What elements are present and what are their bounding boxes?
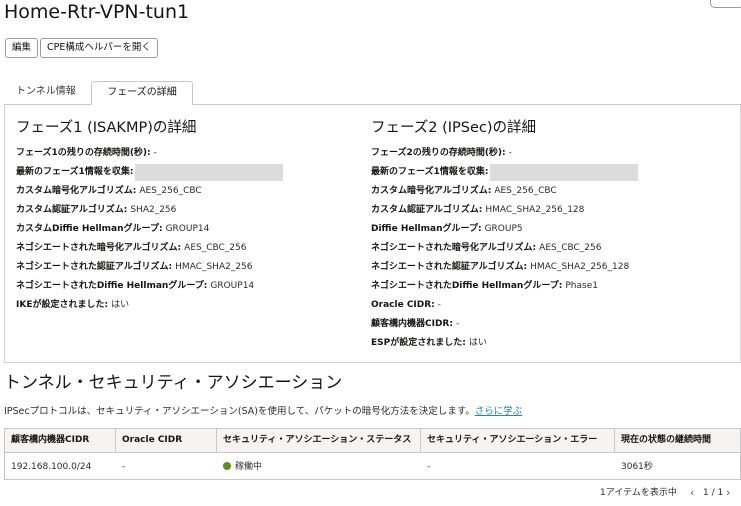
- tab-tunnel-info[interactable]: トンネル情報: [6, 81, 86, 105]
- detail-row: Diffie Hellmanグループ: GROUP5: [371, 220, 721, 239]
- tab-bar: トンネル情報 フェーズの詳細: [4, 81, 741, 105]
- more-actions-button[interactable]: ···: [710, 0, 741, 8]
- column-header-duration[interactable]: 現在の状態の継続時間: [615, 429, 741, 453]
- column-header-cpe-cidr[interactable]: 顧客構内機器CIDR: [5, 429, 116, 453]
- detail-row: フェーズ2の残りの存続時間(秒): -: [371, 144, 721, 163]
- phase1-title: フェーズ1 (ISAKMP)の詳細: [16, 120, 197, 136]
- detail-label: ネゴシエートされた暗号化アルゴリズム:: [371, 243, 537, 253]
- detail-value: GROUP14: [210, 281, 255, 291]
- detail-value: GROUP14: [165, 224, 210, 234]
- detail-row: Oracle CIDR: -: [371, 296, 721, 315]
- status-dot-icon: [223, 462, 231, 470]
- redacted-value: [490, 164, 639, 181]
- detail-label: IKEが設定されました:: [16, 300, 109, 310]
- phase2-title: フェーズ2 (IPSec)の詳細: [371, 120, 537, 136]
- column-header-sa-error[interactable]: セキュリティ・アソシエーション・エラー: [421, 429, 615, 453]
- chevron-left-icon[interactable]: ‹: [690, 486, 694, 500]
- table-header: 顧客構内機器CIDR Oracle CIDR セキュリティ・アソシエーション・ス…: [5, 429, 740, 453]
- detail-label: ネゴシエートされた暗号化アルゴリズム:: [16, 243, 182, 253]
- detail-value: -: [508, 148, 512, 158]
- detail-label: カスタム暗号化アルゴリズム:: [16, 186, 137, 196]
- page-title: Home-Rtr-VPN-tun1: [4, 1, 190, 23]
- detail-row: IKEが設定されました: はい: [16, 296, 366, 315]
- detail-row: ネゴシエートされた暗号化アルゴリズム: AES_CBC_256: [371, 239, 721, 258]
- detail-value: SHA2_256: [130, 205, 177, 215]
- detail-label: Oracle CIDR:: [371, 300, 435, 310]
- tab-phase-details[interactable]: フェーズの詳細: [91, 81, 193, 105]
- detail-row: 最新のフェーズ1情報を収集:: [371, 163, 721, 182]
- detail-row: カスタム暗号化アルゴリズム: AES_256_CBC: [371, 182, 721, 201]
- detail-label: カスタムDiffie Hellmanグループ:: [16, 224, 163, 234]
- edit-button[interactable]: 編集: [5, 38, 39, 58]
- cell-cpe-cidr: 192.168.100.0/24: [11, 462, 92, 472]
- phase-details-panel: フェーズ1 (ISAKMP)の詳細 フェーズ1の残りの存続時間(秒): - 最新の…: [4, 105, 741, 363]
- detail-label: 顧客構内機器CIDR:: [371, 319, 453, 329]
- detail-value: はい: [111, 300, 130, 310]
- detail-value: AES_CBC_256: [184, 243, 247, 253]
- detail-value: GROUP5: [484, 224, 523, 234]
- detail-value: -: [437, 300, 442, 310]
- cell-duration: 3061秒: [621, 462, 653, 472]
- cell-oracle-cidr: -: [122, 462, 126, 472]
- detail-label: Diffie Hellmanグループ:: [371, 224, 482, 234]
- detail-label: フェーズ2の残りの存続時間(秒):: [371, 148, 506, 158]
- detail-value: AES_CBC_256: [539, 243, 602, 253]
- pagination-info: 1アイテムを表示中: [600, 488, 677, 498]
- detail-label: 最新のフェーズ1情報を収集:: [371, 167, 489, 177]
- phase1-details: フェーズ1 (ISAKMP)の詳細 フェーズ1の残りの存続時間(秒): - 最新の…: [16, 117, 366, 315]
- detail-label: カスタム暗号化アルゴリズム:: [371, 186, 492, 196]
- sa-section-title: トンネル・セキュリティ・アソシエーション: [4, 373, 343, 393]
- detail-value: HMAC_SHA2_256: [175, 262, 253, 272]
- detail-label: ネゴシエートされたDiffie Hellmanグループ:: [371, 281, 563, 291]
- detail-row: カスタム暗号化アルゴリズム: AES_256_CBC: [16, 182, 366, 201]
- detail-row: 顧客構内機器CIDR: -: [371, 315, 721, 334]
- sa-description-text: IPSecプロトコルは、セキュリティ・アソシエーション(SA)を使用して、パケッ…: [4, 406, 475, 417]
- detail-label: カスタム認証アルゴリズム:: [16, 205, 128, 215]
- detail-label: ネゴシエートされた認証アルゴリズム:: [16, 262, 173, 272]
- column-header-oracle-cidr[interactable]: Oracle CIDR: [116, 429, 217, 453]
- status-text: 稼働中: [235, 462, 263, 472]
- cell-sa-error: -: [427, 462, 431, 472]
- detail-row: カスタムDiffie Hellmanグループ: GROUP14: [16, 220, 366, 239]
- detail-row: カスタム認証アルゴリズム: SHA2_256: [16, 201, 366, 220]
- detail-value: Phase1: [565, 281, 598, 291]
- detail-label: フェーズ1の残りの存続時間(秒):: [16, 148, 151, 158]
- detail-label: ネゴシエートされたDiffie Hellmanグループ:: [16, 281, 208, 291]
- cell-sa-status: 稼働中: [217, 454, 421, 481]
- detail-label: カスタム認証アルゴリズム:: [371, 205, 483, 215]
- detail-row: ネゴシエートされたDiffie Hellmanグループ: GROUP14: [16, 277, 366, 296]
- detail-value: HMAC_SHA2_256_128: [530, 262, 630, 272]
- detail-value: -: [153, 148, 157, 158]
- chevron-right-icon[interactable]: ›: [726, 486, 730, 500]
- open-cpe-helper-button[interactable]: CPE構成ヘルパーを開く: [40, 38, 158, 58]
- detail-row: ネゴシエートされた認証アルゴリズム: HMAC_SHA2_256: [16, 258, 366, 277]
- sa-section-description: IPSecプロトコルは、セキュリティ・アソシエーション(SA)を使用して、パケッ…: [4, 405, 522, 419]
- pagination-page: 1 / 1: [703, 488, 724, 498]
- detail-row: ネゴシエートされた認証アルゴリズム: HMAC_SHA2_256_128: [371, 258, 721, 277]
- detail-row: ネゴシエートされた暗号化アルゴリズム: AES_CBC_256: [16, 239, 366, 258]
- learn-more-link[interactable]: さらに学ぶ: [475, 406, 523, 417]
- detail-label: ネゴシエートされた認証アルゴリズム:: [371, 262, 528, 272]
- detail-value: AES_256_CBC: [494, 186, 557, 196]
- detail-value: -: [455, 319, 460, 329]
- detail-value: HMAC_SHA2_256_128: [485, 205, 585, 215]
- detail-value: AES_256_CBC: [139, 186, 202, 196]
- detail-value: はい: [468, 338, 487, 348]
- detail-row: 最新のフェーズ1情報を収集:: [16, 163, 366, 182]
- phase2-details: フェーズ2 (IPSec)の詳細 フェーズ2の残りの存続時間(秒): - 最新のフ…: [371, 117, 721, 353]
- detail-row: ネゴシエートされたDiffie Hellmanグループ: Phase1: [371, 277, 721, 296]
- redacted-value: [135, 164, 284, 181]
- detail-label: ESPが設定されました:: [371, 338, 466, 348]
- detail-label: 最新のフェーズ1情報を収集:: [16, 167, 134, 177]
- detail-row: フェーズ1の残りの存続時間(秒): -: [16, 144, 366, 163]
- detail-row: ESPが設定されました: はい: [371, 334, 721, 353]
- detail-row: カスタム認証アルゴリズム: HMAC_SHA2_256_128: [371, 201, 721, 220]
- column-header-sa-status[interactable]: セキュリティ・アソシエーション・ステータス: [217, 429, 421, 453]
- sa-table: 顧客構内機器CIDR Oracle CIDR セキュリティ・アソシエーション・ス…: [4, 428, 741, 480]
